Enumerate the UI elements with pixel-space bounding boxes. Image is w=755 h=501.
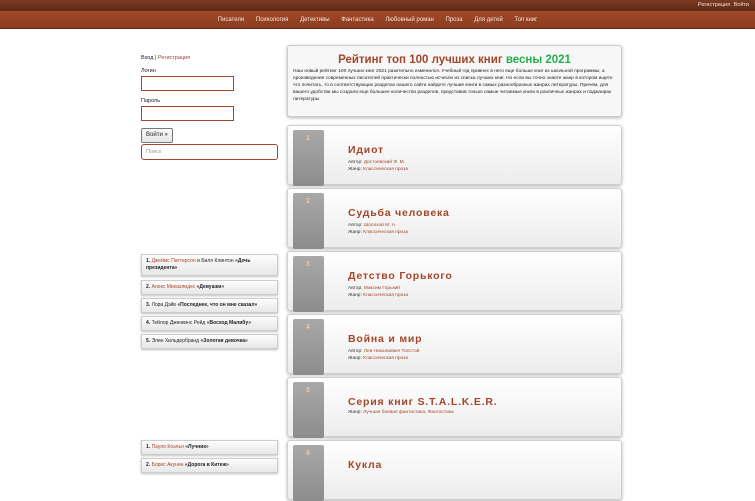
rank-number: 5 [306, 387, 310, 394]
author-link[interactable]: Борис Акунин [152, 462, 184, 468]
nav-item-romance[interactable]: Любовный роман [385, 11, 434, 29]
book-title[interactable]: Кукла [348, 459, 382, 471]
book-title[interactable]: Война и мир [348, 333, 422, 345]
intro-text: Наш новый рейтинг 100 лучших книг 2021 р… [293, 69, 613, 102]
list-item[interactable]: 3. Лора Дэйв «Последнее, что он мне сказ… [141, 298, 278, 313]
book-title[interactable]: Идиот [348, 144, 384, 156]
search-input[interactable]: Поиск [141, 144, 278, 160]
password-input[interactable] [141, 106, 234, 121]
book-card[interactable]: 5 Серия книг S.T.A.L.K.E.R. Жанр: Лучшая… [287, 377, 622, 438]
genre-line: Жанр: Классическая проза [348, 167, 409, 172]
genre-link[interactable]: Классическая проза [363, 293, 408, 298]
book-title[interactable]: «Лучник» [185, 444, 208, 450]
login-input[interactable] [141, 76, 234, 91]
nav-item-top[interactable]: Топ книг [514, 11, 537, 29]
rank-number: 1 [306, 135, 310, 142]
rank-number: 4 [306, 324, 310, 331]
author-line: Автор: Лев Николаевич Толстой [348, 349, 420, 354]
nav-item-fantasy[interactable]: Фантастика [341, 11, 373, 29]
login-label: Логин [141, 68, 156, 74]
book-cover[interactable]: 1 [293, 130, 324, 186]
main-nav: Писатели Психология Детективы Фантастика… [0, 11, 755, 29]
book-title[interactable]: Детство Горького [348, 270, 453, 282]
genre-line: Жанр: Классическая проза [348, 356, 409, 361]
book-card[interactable]: 6 Кукла [287, 440, 622, 501]
author-link[interactable]: Пауло Коэльо [152, 444, 184, 450]
book-card[interactable]: 3 Детство Горького Автор: Максим Горький… [287, 251, 622, 312]
book-title[interactable]: Судьба человека [348, 207, 450, 219]
author-line: Автор: Максим Горький [348, 286, 400, 291]
book-cover[interactable]: 2 [293, 193, 324, 249]
register-link-sidebar[interactable]: Регистрация [158, 55, 190, 61]
nav-item-kids[interactable]: Для детей [474, 11, 503, 29]
password-label: Пароль [141, 98, 161, 104]
book-cover[interactable]: 4 [293, 319, 324, 375]
register-link[interactable]: Регистрация [698, 2, 730, 8]
author-link[interactable]: Достоевский Ф. М. [364, 160, 405, 165]
author-link[interactable]: Шолохов М. А. [364, 223, 397, 228]
book-card[interactable]: 4 Война и мир Автор: Лев Николаевич Толс… [287, 314, 622, 375]
list-item[interactable]: 1. Пауло Коэльо «Лучник» [141, 440, 278, 455]
book-card[interactable]: 2 Судьба человека Автор: Шолохов М. А. Ж… [287, 188, 622, 249]
list-item[interactable]: 5. Элин Хильдербранд «Золотая девочка» [141, 334, 278, 349]
rank-number: 2 [306, 198, 310, 205]
book-cover[interactable]: 6 [293, 445, 324, 501]
book-title[interactable]: «Последнее, что он мне сказал» [177, 302, 257, 308]
list-item[interactable]: 2. Алекс Михаэлидес «Девушки» [141, 280, 278, 295]
genre-link[interactable]: Классическая проза [363, 167, 408, 172]
book-title[interactable]: «Дорога в Китеж» [185, 462, 229, 468]
book-title[interactable]: Серия книг S.T.A.L.K.E.R. [348, 396, 498, 408]
separator: | [154, 55, 157, 61]
rank-number: 3 [306, 261, 310, 268]
book-cover[interactable]: 5 [293, 382, 324, 438]
genre-link[interactable]: Классическая проза [363, 230, 408, 235]
book-card[interactable]: 1 Идиот Автор: Достоевский Ф. М. Жанр: К… [287, 125, 622, 186]
rank-number: 6 [306, 450, 310, 457]
nav-item-detectives[interactable]: Детективы [300, 11, 330, 29]
author-link[interactable]: Максим Горький [364, 286, 400, 291]
book-title[interactable]: «Золотая девочка» [200, 338, 247, 344]
nav-item-psychology[interactable]: Психология [256, 11, 289, 29]
genre-line: Жанр: Классическая проза [348, 293, 409, 298]
genre-link[interactable]: Классическая проза [363, 356, 408, 361]
author-link[interactable]: Алекс Михаэлидес [152, 284, 196, 290]
login-link[interactable]: Войти [734, 2, 749, 8]
book-cover[interactable]: 3 [293, 256, 324, 312]
login-button[interactable]: Войти » [141, 128, 173, 143]
author-link[interactable]: Лев Николаевич Толстой [364, 349, 420, 354]
top-bar: Регистрация Войти [0, 0, 755, 11]
book-title[interactable]: «Восход Малибу» [207, 320, 251, 326]
genre-line: Жанр: Лучшая боевая фантастика, Фантасти… [348, 410, 454, 415]
author-link[interactable]: Джеймс Паттерсон [152, 258, 196, 264]
nav-item-prose[interactable]: Проза [446, 11, 463, 29]
nav-item-writers[interactable]: Писатели [218, 11, 245, 29]
login-heading: Вход [141, 55, 154, 61]
author-line: Автор: Шолохов М. А. [348, 223, 397, 228]
intro-panel: Рейтинг топ 100 лучших книг весны 2021 Н… [287, 45, 622, 117]
author-line: Автор: Достоевский Ф. М. [348, 160, 405, 165]
genre-link[interactable]: Лучшая боевая фантастика, Фантастика [363, 410, 454, 415]
genre-line: Жанр: Классическая проза [348, 230, 409, 235]
list-item[interactable]: 1. Джеймс Паттерсон и Билл Клинтон «Дочь… [141, 254, 278, 276]
page-title: Рейтинг топ 100 лучших книг весны 2021 [338, 54, 571, 66]
book-title[interactable]: «Девушки» [197, 284, 224, 290]
list-item[interactable]: 4. Тейлор Дженкинс Рейд «Восход Малибу» [141, 316, 278, 331]
login-form: Вход | Регистрация Логин Пароль Войти » [141, 55, 279, 143]
